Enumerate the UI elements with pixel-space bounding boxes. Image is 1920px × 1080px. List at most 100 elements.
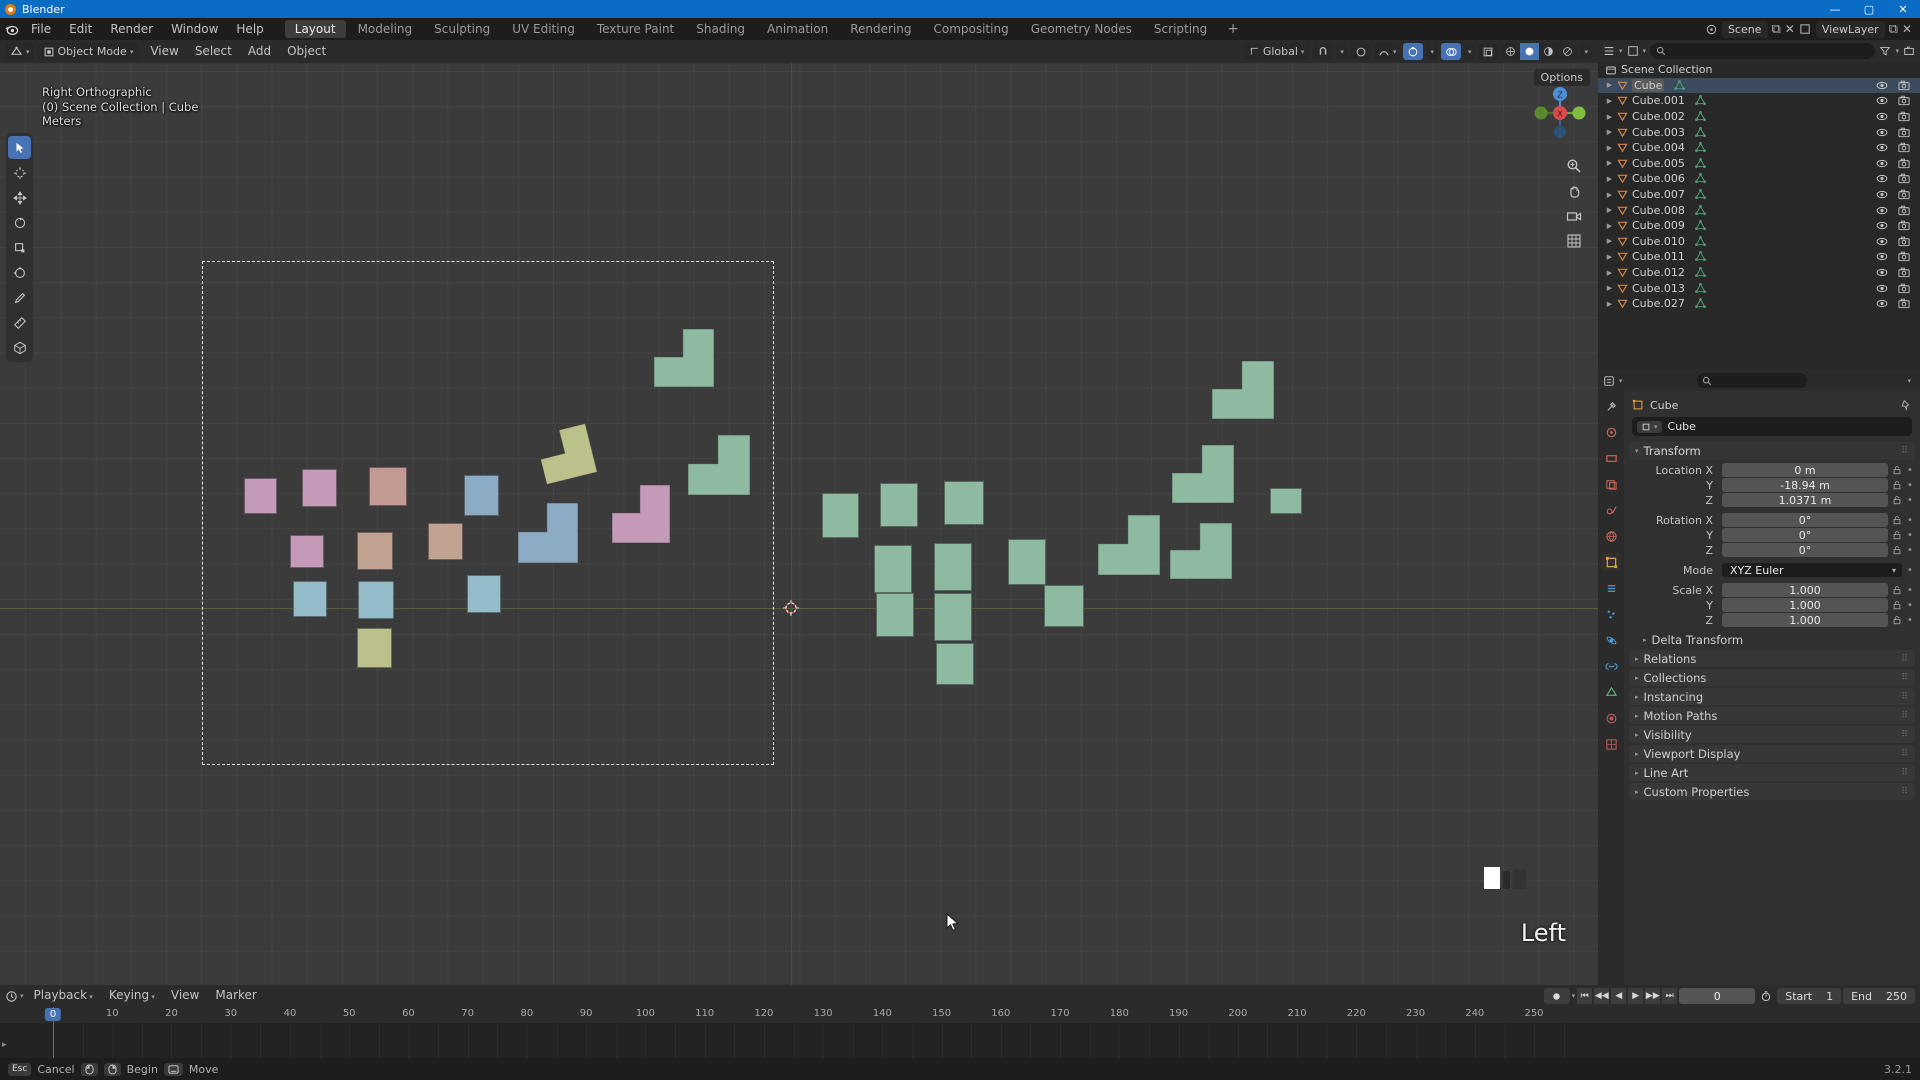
viewport-gizmos-toggle[interactable] (1403, 43, 1424, 60)
menu-window[interactable]: Window (162, 18, 227, 40)
disclosure-triangle-icon[interactable]: ▶ (1604, 284, 1615, 292)
render-camera-icon[interactable] (1898, 236, 1910, 247)
viewlayer-icon[interactable] (1799, 23, 1812, 36)
tab-particles[interactable] (1601, 605, 1621, 623)
menu-help[interactable]: Help (227, 18, 272, 40)
mesh-data-icon[interactable] (1694, 235, 1706, 247)
keying-caret-icon[interactable]: ▾ (1572, 992, 1576, 1000)
mesh-data-icon[interactable] (1694, 157, 1706, 169)
disclosure-triangle-icon[interactable]: ▶ (1604, 113, 1615, 121)
shading-rendered-button[interactable] (1558, 43, 1577, 60)
outliner-filter-icon[interactable] (1879, 45, 1891, 57)
panel-collections[interactable]: ▸ Collections ⠿ (1629, 669, 1915, 686)
viewport-object-right-9[interactable] (934, 593, 972, 641)
proportional-edit-toggle[interactable] (1350, 43, 1371, 60)
render-camera-icon[interactable] (1898, 251, 1910, 262)
workspace-tab-modeling[interactable]: Modeling (348, 20, 423, 38)
visibility-eye-icon[interactable] (1876, 298, 1888, 309)
disclosure-triangle-icon[interactable]: ▶ (1604, 222, 1615, 230)
mesh-data-icon[interactable] (1694, 142, 1706, 153)
location-value-2[interactable]: 1.0371 m (1722, 493, 1888, 507)
remove-viewlayer-icon[interactable]: ✕ (1902, 22, 1912, 36)
viewport-object-right-12[interactable] (1098, 515, 1160, 575)
xray-toggle[interactable] (1478, 43, 1499, 60)
panel-viewport-display[interactable]: ▸ Viewport Display ⠿ (1629, 745, 1915, 762)
next-keyframe-button[interactable]: ▶▶ (1645, 988, 1661, 1004)
transform-orientation-selector[interactable]: Global ▾ (1242, 43, 1311, 60)
viewport-menu-add[interactable]: Add (240, 40, 279, 63)
location-animate-icon-1[interactable]: • (1905, 480, 1915, 491)
minimize-button[interactable]: — (1818, 0, 1852, 18)
scale-value-1[interactable]: 1.000 (1722, 598, 1888, 612)
location-animate-icon-0[interactable]: • (1905, 465, 1915, 476)
tab-output[interactable] (1601, 449, 1621, 467)
visibility-eye-icon[interactable] (1876, 236, 1888, 247)
tab-modifiers[interactable] (1601, 579, 1621, 597)
shading-solid-button[interactable] (1520, 43, 1540, 60)
disclosure-triangle-icon[interactable]: ▶ (1604, 191, 1615, 199)
editor-type-selector[interactable]: ▾ (6, 43, 34, 60)
rotation-mode-animate-icon[interactable]: • (1905, 565, 1915, 576)
snap-magnet-toggle[interactable] (1313, 43, 1334, 60)
viewport-object-right-4[interactable] (944, 481, 984, 525)
scale-lock-icon-1[interactable] (1891, 600, 1902, 610)
viewport-object-right-15[interactable] (1212, 361, 1274, 419)
viewport-object-right-8[interactable] (876, 593, 914, 637)
disclosure-triangle-icon[interactable]: ▶ (1604, 269, 1615, 277)
blender-logo-icon[interactable] (0, 18, 22, 40)
properties-options-caret-icon[interactable]: ▾ (1907, 377, 1915, 385)
snap-settings-dropdown[interactable]: ▾ (1336, 43, 1348, 60)
scale-animate-icon-2[interactable]: • (1905, 615, 1915, 626)
disclosure-triangle-icon[interactable]: ▶ (1604, 253, 1615, 261)
outliner-row-cube-009[interactable]: ▶ Cube.009 (1598, 218, 1920, 234)
workspace-tab-scripting[interactable]: Scripting (1144, 20, 1217, 38)
viewport-object-right-7[interactable] (1008, 539, 1046, 585)
timeline-type-caret-icon[interactable]: ▾ (20, 992, 24, 1000)
tab-material[interactable] (1601, 709, 1621, 727)
navigation-gizmo[interactable]: Z X (1532, 85, 1588, 141)
jump-to-end-button[interactable]: ⏭ (1662, 988, 1678, 1004)
visibility-eye-icon[interactable] (1876, 80, 1888, 91)
mesh-data-icon[interactable] (1694, 282, 1706, 294)
outliner-tree[interactable]: Scene Collection ▶ Cube ▶ Cube.001 ▶ Cub… (1598, 62, 1920, 370)
playhead-frame-label[interactable]: 0 (44, 1008, 62, 1021)
mesh-data-icon[interactable] (1694, 204, 1706, 216)
render-camera-icon[interactable] (1898, 298, 1910, 309)
visibility-eye-icon[interactable] (1876, 267, 1888, 278)
tab-scene[interactable] (1601, 501, 1621, 519)
tool-rotate[interactable] (8, 211, 31, 234)
camera-view-icon[interactable] (1563, 205, 1585, 227)
outliner-row-cube-001[interactable]: ▶ Cube.001 (1598, 93, 1920, 109)
viewport-menu-view[interactable]: View (142, 40, 186, 63)
disclosure-triangle-icon[interactable]: ▶ (1604, 237, 1615, 245)
zoom-icon[interactable] (1563, 155, 1585, 177)
mesh-data-icon[interactable] (1694, 95, 1706, 106)
current-frame-field[interactable]: 0 (1679, 988, 1756, 1004)
outliner-editor-type-icon[interactable] (1603, 45, 1615, 57)
scale-lock-icon-0[interactable] (1891, 585, 1902, 595)
panel-line-art[interactable]: ▸ Line Art ⠿ (1629, 764, 1915, 781)
previous-keyframe-button[interactable]: ◀◀ (1594, 988, 1610, 1004)
location-animate-icon-2[interactable]: • (1905, 495, 1915, 506)
rotation-lock-icon-1[interactable] (1891, 530, 1902, 540)
outliner-display-caret-icon[interactable]: ▾ (1643, 47, 1647, 55)
scale-value-0[interactable]: 1.000 (1722, 583, 1888, 597)
auto-keying-toggle[interactable] (1543, 988, 1570, 1004)
render-camera-icon[interactable] (1898, 173, 1910, 184)
disclosure-triangle-icon[interactable]: ▶ (1604, 300, 1615, 308)
viewport-object-right-14[interactable] (1172, 445, 1234, 503)
new-scene-icon[interactable]: ⧉ (1772, 22, 1781, 37)
shading-dropdown[interactable]: ▾ (1580, 43, 1592, 60)
render-camera-icon[interactable] (1898, 95, 1910, 106)
tab-view-layer[interactable] (1601, 475, 1621, 493)
proportional-falloff-icon[interactable]: ▾ (1373, 43, 1401, 60)
viewport-options-button[interactable]: Options (1533, 69, 1590, 86)
render-camera-icon[interactable] (1898, 158, 1910, 169)
mesh-data-icon[interactable] (1694, 298, 1706, 309)
outliner-row-cube-007[interactable]: ▶ Cube.007 (1598, 187, 1920, 203)
delta-transform-header[interactable]: ▸ Delta Transform (1629, 631, 1915, 648)
visibility-eye-icon[interactable] (1876, 95, 1888, 106)
render-camera-icon[interactable] (1898, 220, 1910, 231)
maximize-button[interactable]: ▢ (1852, 0, 1886, 18)
visibility-eye-icon[interactable] (1876, 283, 1888, 294)
